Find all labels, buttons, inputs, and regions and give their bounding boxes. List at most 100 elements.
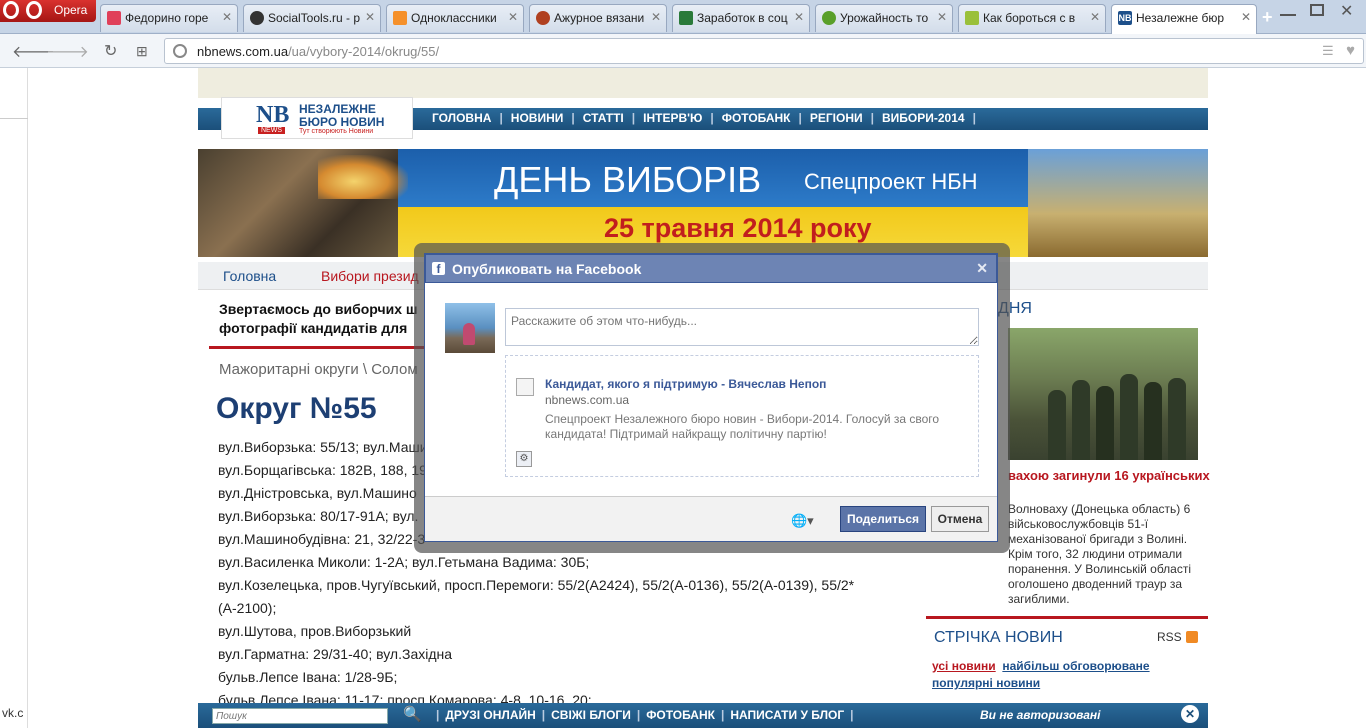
speed-dial-grid-icon[interactable]: ⊞ xyxy=(136,43,148,60)
share-message-input[interactable] xyxy=(505,308,979,346)
search-input[interactable] xyxy=(212,708,388,724)
close-bar-icon[interactable]: ✕ xyxy=(1181,705,1199,723)
logo-news: NEWS xyxy=(258,127,285,134)
url-domain: nbnews.com.ua xyxy=(197,44,289,59)
news-feed-title: СТРІЧКА НОВИН xyxy=(934,629,1063,646)
dialog-close-icon[interactable]: ✕ xyxy=(976,260,988,277)
browser-tab[interactable]: Одноклассники ✕ xyxy=(386,4,524,32)
address-row: вул.Козелецька, пров.Чугуївський, просп.… xyxy=(218,577,855,616)
address-row: вул.Василенка Миколи: 1-2А; вул.Гетьмана… xyxy=(218,554,590,570)
menu-item-news[interactable]: НОВИНИ xyxy=(503,111,572,125)
news-summary: Волноваху (Донецька область) 6 військово… xyxy=(1008,502,1191,606)
person-silhouette xyxy=(1072,380,1090,460)
menu-item-articles[interactable]: СТАТТІ xyxy=(575,111,632,125)
address-row: вул.Шутова, пров.Виборзький xyxy=(218,623,412,639)
facebook-logo-icon: f xyxy=(432,262,445,276)
tab-title: Ажурное вязани xyxy=(554,11,645,25)
reload-icon[interactable]: ↻ xyxy=(104,41,117,61)
tab-title: Урожайность то xyxy=(840,11,929,25)
minimize-window-icon[interactable] xyxy=(1280,6,1296,16)
person-silhouette xyxy=(463,323,475,345)
browser-tab[interactable]: SocialTools.ru - р ✕ xyxy=(243,4,381,32)
menu-item-regions[interactable]: РЕГІОНИ xyxy=(802,111,871,125)
link-title[interactable]: Кандидат, якого я підтримую - Вячеслав Н… xyxy=(545,377,826,391)
rss-label[interactable]: RSS xyxy=(1157,630,1182,644)
person-silhouette xyxy=(1096,386,1114,460)
tab-title: Федорино горе xyxy=(125,11,209,25)
tab-title: Как бороться с в xyxy=(983,11,1076,25)
tab-close-icon[interactable]: ✕ xyxy=(1241,10,1251,24)
divider xyxy=(0,118,28,119)
auth-status[interactable]: Ви не авторизовані xyxy=(980,708,1101,722)
tab-close-icon[interactable]: ✕ xyxy=(937,10,947,24)
menu-item-interviews[interactable]: ІНТЕРВ'Ю xyxy=(635,111,710,125)
site-logo[interactable]: NB NEWS НЕЗАЛЕЖНЕ БЮРО НОВИН Тут створюю… xyxy=(221,97,413,139)
url-field[interactable]: nbnews.com.ua/ua/vybory-2014/okrug/55/ ☰… xyxy=(164,38,1364,64)
bottom-links: | ДРУЗІ ОНЛАЙН | СВІЖІ БЛОГИ | ФОТОБАНК | НА… xyxy=(436,708,854,722)
fresh-blogs-link[interactable]: СВІЖІ БЛОГИ xyxy=(545,708,637,722)
browser-tab-active[interactable]: NB Незалежне бюр ✕ xyxy=(1111,4,1257,34)
write-blog-link[interactable]: НАПИСАТИ У БЛОГ xyxy=(724,708,850,722)
opera-logo-icon xyxy=(3,1,19,19)
bookmark-heart-icon[interactable]: ♥ xyxy=(1346,42,1355,59)
breadcrumb[interactable]: Мажоритарні округи \ Солом xyxy=(219,361,418,378)
gear-icon[interactable]: ⚙ xyxy=(516,451,532,467)
opera-label: Opera xyxy=(54,3,88,17)
odnoklassniki-favicon-icon xyxy=(393,11,407,25)
facebook-share-dialog: f Опубликовать на Facebook ✕ Кандидат, я… xyxy=(424,253,998,542)
socialtools-favicon-icon xyxy=(250,11,264,25)
tab-close-icon[interactable]: ✕ xyxy=(508,10,518,24)
tab-close-icon[interactable]: ✕ xyxy=(794,10,804,24)
leaf-favicon-icon xyxy=(965,11,979,25)
page-title: Округ №55 xyxy=(216,392,377,425)
person-silhouette xyxy=(1120,374,1138,460)
nb-favicon-icon: NB xyxy=(1118,11,1132,25)
new-tab-plus-icon[interactable]: + xyxy=(1262,7,1273,28)
news-feed-tabs: усі новини найбільш обговорюване популяр… xyxy=(932,658,1150,692)
rss-icon[interactable] xyxy=(1186,631,1198,643)
tab-most-discussed[interactable]: найбільш обговорюване xyxy=(1002,659,1149,673)
tab-all-news[interactable]: усі новини xyxy=(932,659,996,673)
tab-close-icon[interactable]: ✕ xyxy=(651,10,661,24)
knitting-favicon-icon xyxy=(536,11,550,25)
independence-monument-image xyxy=(1028,149,1208,257)
subnav-elections-link[interactable]: Вибори презид xyxy=(321,268,419,284)
tab-title: SocialTools.ru - р xyxy=(268,11,361,25)
browser-tab[interactable]: Как бороться с в ✕ xyxy=(958,4,1106,32)
cancel-button[interactable]: Отмена xyxy=(931,506,989,532)
globe-icon xyxy=(173,44,187,58)
intro-line: фотографії кандидатів для xyxy=(219,320,408,336)
opera-menu-button[interactable]: Opera xyxy=(0,0,96,22)
address-row: вул.Гарматна: 29/31-40; вул.Західна xyxy=(218,646,453,662)
banner-title: ДЕНЬ ВИБОРІВ xyxy=(494,159,762,200)
soldiers-news-photo[interactable] xyxy=(1008,328,1198,460)
tab-popular-news[interactable]: популярні новини xyxy=(932,676,1040,690)
browser-tab[interactable]: Заработок в соц ✕ xyxy=(672,4,810,32)
tab-title: Заработок в соц xyxy=(697,11,788,25)
menu-item-photobank[interactable]: ФОТОБАНК xyxy=(714,111,799,125)
tab-close-icon[interactable]: ✕ xyxy=(222,10,232,24)
close-window-icon[interactable]: ✕ xyxy=(1340,1,1353,21)
maximize-window-icon[interactable] xyxy=(1310,4,1324,16)
url-text: nbnews.com.ua/ua/vybory-2014/okrug/55/ xyxy=(197,44,439,59)
browser-tab[interactable]: Федорино горе ✕ xyxy=(100,4,238,32)
news-headline-link[interactable]: вахою загинули 16 українських xyxy=(1008,468,1210,483)
forward-arrow-icon[interactable]: 🡒 xyxy=(46,41,89,62)
share-button[interactable]: Поделиться xyxy=(840,506,926,532)
browser-tab[interactable]: Ажурное вязани ✕ xyxy=(529,4,667,32)
tab-close-icon[interactable]: ✕ xyxy=(365,10,375,24)
browser-tab[interactable]: Урожайность то ✕ xyxy=(815,4,953,32)
tab-close-icon[interactable]: ✕ xyxy=(1090,10,1100,24)
friends-online-link[interactable]: ДРУЗІ ОНЛАЙН xyxy=(439,708,541,722)
search-icon[interactable]: 🔍 xyxy=(403,705,422,723)
election-day-banner: ДЕНЬ ВИБОРІВ Спецпроект НБН 25 травня 20… xyxy=(198,149,1208,257)
subnav-home-link[interactable]: Головна xyxy=(223,268,276,284)
person-silhouette xyxy=(1168,378,1186,460)
logo-line1: НЕЗАЛЕЖНЕ xyxy=(299,102,376,116)
privacy-globe-dropdown-icon[interactable]: 🌐▾ xyxy=(791,513,814,529)
menu-item-home[interactable]: ГОЛОВНА xyxy=(424,111,499,125)
menu-item-elections[interactable]: ВИБОРИ-2014 xyxy=(874,111,973,125)
photobank-link[interactable]: ФОТОБАНК xyxy=(640,708,721,722)
link-preview: Кандидат, якого я підтримую - Вячеслав Н… xyxy=(505,355,979,477)
rss-feed-icon[interactable]: ☰ xyxy=(1322,43,1334,59)
